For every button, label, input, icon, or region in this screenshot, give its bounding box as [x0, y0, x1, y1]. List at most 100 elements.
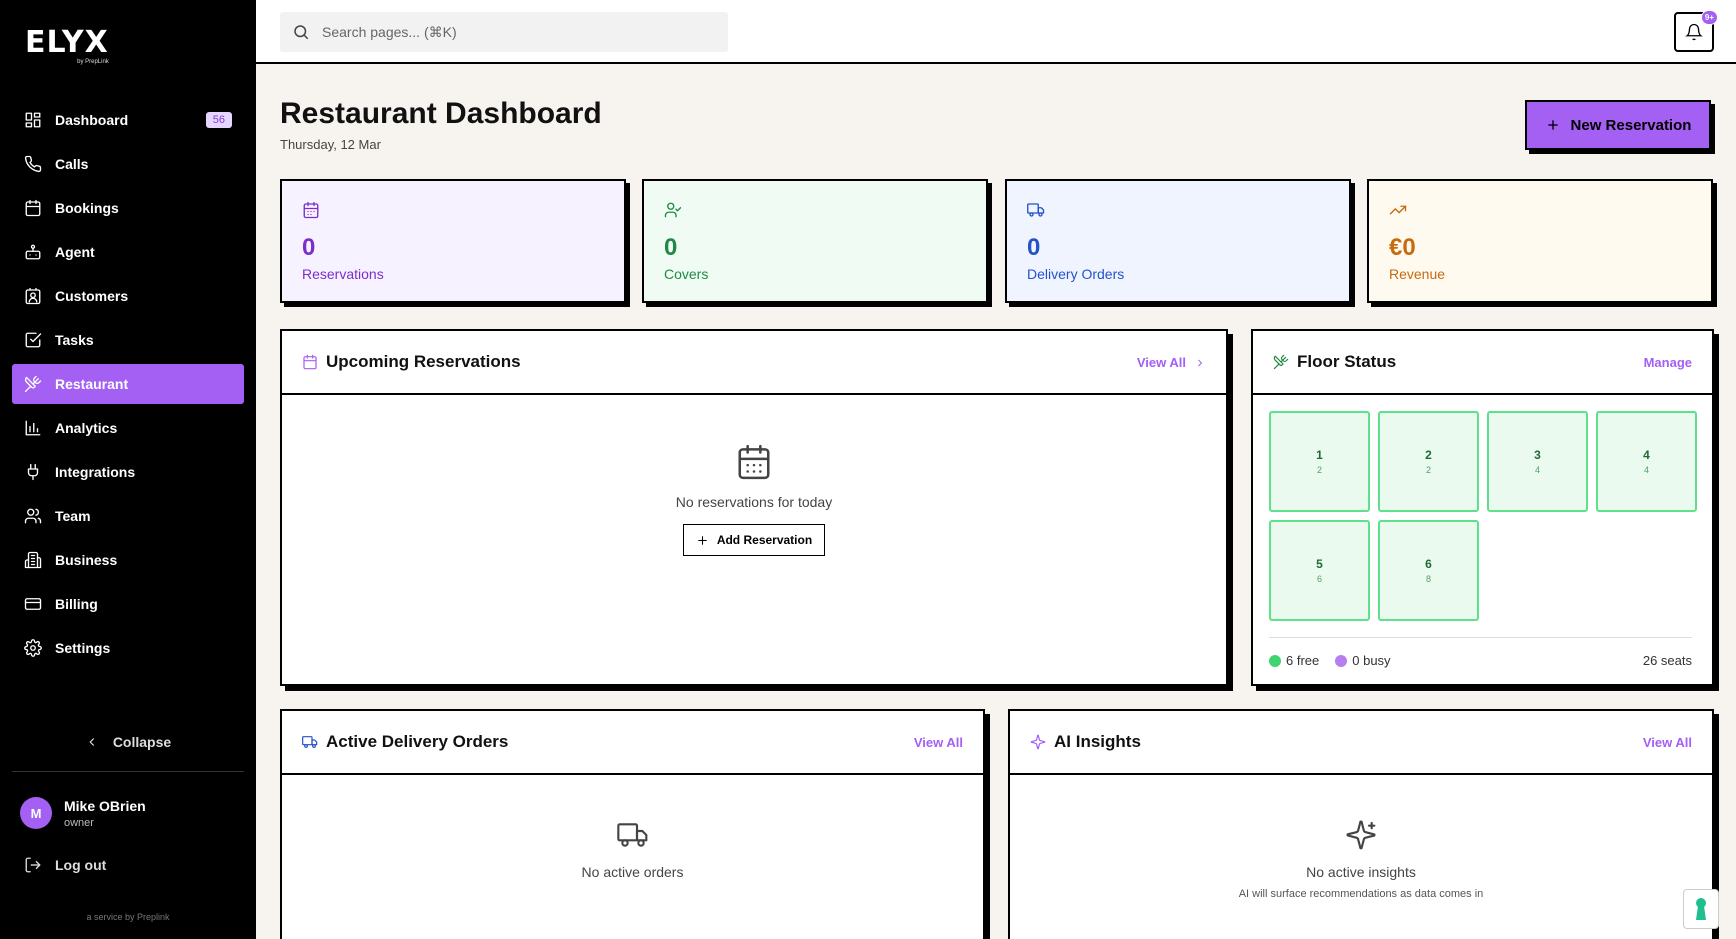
plus-icon — [697, 535, 707, 545]
view-all-reservations-link[interactable]: View All — [1137, 355, 1206, 370]
empty-message: No active insights — [1306, 864, 1416, 880]
logout-label: Log out — [55, 857, 107, 873]
sidebar-item-integrations[interactable]: Integrations — [12, 452, 244, 492]
notifications-button[interactable]: 9+ — [1674, 10, 1718, 52]
floor-table[interactable]: 3 4 — [1487, 411, 1588, 512]
sidebar-item-customers[interactable]: Customers — [12, 276, 244, 316]
empty-state: No active orders — [282, 819, 983, 880]
sidebar-item-dashboard[interactable]: Dashboard 56 — [12, 100, 244, 140]
table-number: 4 — [1643, 448, 1650, 462]
user-check-icon — [664, 202, 682, 218]
stat-value: 0 — [302, 234, 316, 261]
stat-label: Delivery Orders — [1027, 266, 1125, 282]
table-seats: 6 — [1316, 574, 1322, 584]
table-number: 6 — [1425, 557, 1432, 571]
table-seats: 2 — [1425, 465, 1431, 475]
upcoming-reservations-panel: Upcoming Reservations View All No reserv… — [280, 329, 1228, 686]
sidebar-item-calls[interactable]: Calls — [12, 144, 244, 184]
table-number: 1 — [1316, 448, 1323, 462]
collapse-label: Collapse — [112, 734, 172, 750]
active-delivery-orders-panel: Active Delivery Orders View All No activ… — [280, 709, 985, 939]
search-input[interactable] — [322, 24, 702, 40]
sidebar-item-label: Integrations — [55, 464, 136, 480]
add-reservation-button[interactable]: Add Reservation — [682, 524, 826, 556]
logo[interactable]: ELYX by PrepLink — [25, 25, 109, 66]
table-seats: 2 — [1316, 465, 1322, 475]
grid-icon — [25, 112, 41, 128]
help-widget-button[interactable] — [1683, 889, 1719, 929]
sidebar-item-tasks[interactable]: Tasks — [12, 320, 244, 360]
floor-table[interactable]: 6 8 — [1378, 520, 1479, 621]
page-date: Thursday, 12 Mar — [280, 137, 381, 152]
ai-insights-panel: AI Insights View All No active insights … — [1008, 709, 1714, 939]
credit-card-icon — [24, 598, 42, 610]
add-reservation-label: Add Reservation — [716, 533, 813, 547]
user-profile[interactable]: M Mike OBrien owner — [20, 797, 146, 829]
table-seats: 8 — [1425, 574, 1431, 584]
calendar-icon — [303, 354, 317, 370]
free-indicator-dot — [1269, 654, 1281, 667]
table-seats: 4 — [1534, 465, 1540, 475]
sidebar-item-label: Business — [55, 552, 118, 568]
trending-up-icon — [1389, 205, 1407, 215]
floor-table[interactable]: 1 2 — [1269, 411, 1370, 512]
dashboard-count-badge: 56 — [205, 112, 232, 128]
gear-icon — [24, 639, 42, 657]
stat-card-reservations: 0 Reservations — [280, 179, 626, 303]
sidebar-item-restaurant[interactable]: Restaurant — [12, 364, 244, 404]
view-all-orders-link[interactable]: View All — [914, 735, 963, 750]
empty-state: No active insights AI will surface recom… — [1010, 819, 1712, 900]
manage-floor-link[interactable]: Manage — [1644, 355, 1692, 370]
sidebar-item-label: Tasks — [55, 332, 94, 348]
page-title: Restaurant Dashboard — [280, 97, 602, 130]
sidebar-item-label: Bookings — [55, 200, 119, 216]
sidebar-item-label: Analytics — [55, 420, 118, 436]
panel-header: Floor Status Manage — [1253, 331, 1712, 395]
table-number: 2 — [1425, 448, 1432, 462]
stat-card-revenue: €0 Revenue — [1367, 179, 1713, 303]
floor-table[interactable]: 4 4 — [1596, 411, 1697, 512]
sidebar-item-business[interactable]: Business — [12, 540, 244, 580]
stat-value: 0 — [664, 234, 678, 261]
sidebar-item-label: Calls — [55, 156, 89, 172]
logo-wordmark: ELYX — [25, 25, 109, 60]
search-box[interactable] — [280, 12, 728, 52]
sidebar-item-bookings[interactable]: Bookings — [12, 188, 244, 228]
sidebar-item-label: Agent — [55, 244, 95, 260]
sparkles-icon — [1030, 734, 1046, 750]
free-count: 6 free — [1286, 653, 1320, 668]
contact-icon — [25, 287, 41, 305]
users-icon — [24, 508, 42, 524]
user-name: Mike OBrien — [64, 797, 146, 814]
sidebar-item-settings[interactable]: Settings — [12, 628, 244, 668]
sidebar-item-billing[interactable]: Billing — [12, 584, 244, 624]
view-all-insights-link[interactable]: View All — [1643, 735, 1692, 750]
floor-table[interactable]: 2 2 — [1378, 411, 1479, 512]
new-reservation-button[interactable]: New Reservation — [1525, 100, 1711, 150]
sidebar-item-label: Team — [55, 508, 91, 524]
floor-table[interactable]: 5 6 — [1269, 520, 1370, 621]
sidebar-item-team[interactable]: Team — [12, 496, 244, 536]
calendar-icon — [738, 444, 770, 480]
panel-title: Active Delivery Orders — [326, 732, 509, 751]
sidebar: ELYX by PrepLink Dashboard 56 Calls Book… — [0, 0, 256, 939]
busy-indicator-dot — [1335, 654, 1348, 667]
panel-header: AI Insights View All — [1010, 711, 1712, 775]
utensils-crossed-icon — [24, 375, 42, 393]
keyhole-icon — [1696, 898, 1706, 920]
topbar: 9+ — [256, 0, 1736, 64]
bot-icon — [25, 244, 41, 260]
sidebar-item-label: Restaurant — [55, 376, 129, 392]
stat-value: 0 — [1027, 234, 1041, 261]
truck-icon — [1027, 203, 1045, 217]
chevron-left-icon — [89, 738, 94, 746]
panel-header: Active Delivery Orders View All — [282, 711, 983, 775]
search-icon — [294, 25, 309, 40]
logout-button[interactable]: Log out — [24, 856, 106, 874]
sidebar-item-analytics[interactable]: Analytics — [12, 408, 244, 448]
collapse-button[interactable]: Collapse — [0, 734, 256, 750]
utensils-crossed-icon — [1273, 354, 1289, 370]
table-seats: 4 — [1643, 465, 1649, 475]
sidebar-item-agent[interactable]: Agent — [12, 232, 244, 272]
link-label: View All — [1136, 355, 1186, 370]
